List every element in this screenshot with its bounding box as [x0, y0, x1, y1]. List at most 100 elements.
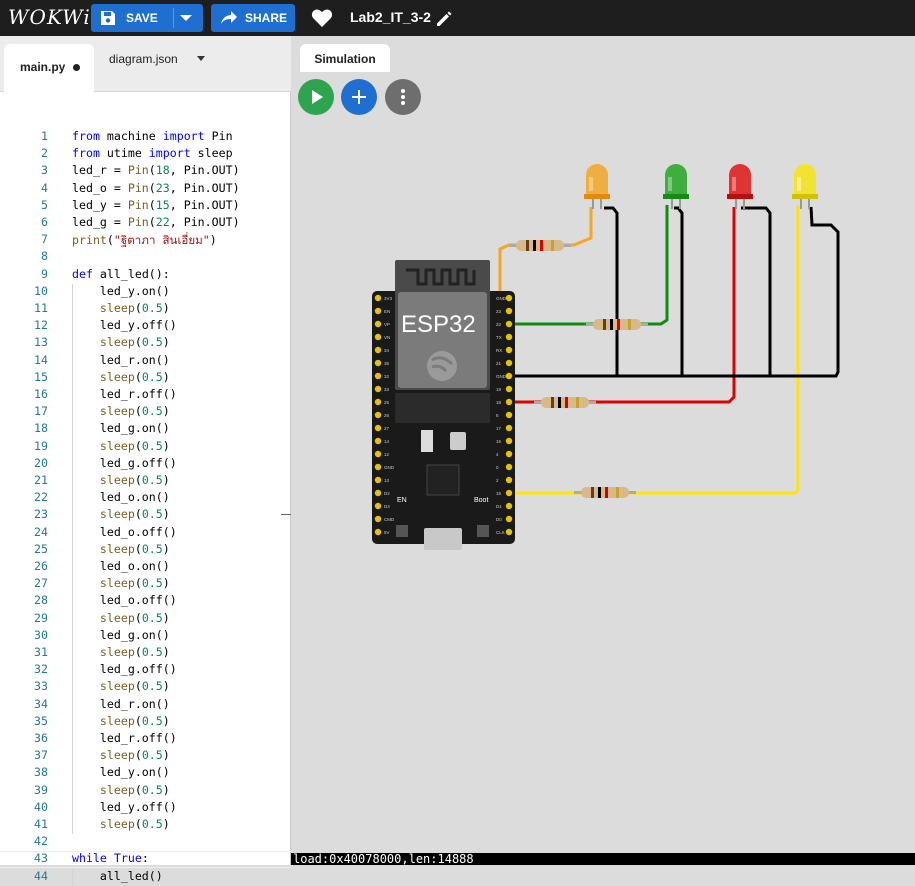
code-line[interactable]: 20 led_g.off(): [0, 456, 291, 473]
code-line[interactable]: 41 sleep(0.5): [0, 817, 291, 834]
pin-vn[interactable]: [374, 333, 382, 341]
save-dropdown-icon[interactable]: [180, 15, 192, 21]
pin-vp[interactable]: [374, 320, 382, 328]
code-line[interactable]: 15 sleep(0.5): [0, 370, 291, 387]
pin-5[interactable]: [505, 411, 513, 419]
pin-3v3[interactable]: [374, 294, 382, 302]
pin-rx[interactable]: [505, 346, 513, 354]
pin-tx[interactable]: [505, 333, 513, 341]
pin-27[interactable]: [374, 424, 382, 432]
code-line[interactable]: 3 led_r = Pin(18, Pin.OUT): [0, 163, 291, 180]
pin-33[interactable]: [374, 385, 382, 393]
code-line[interactable]: 36 led_r.off(): [0, 731, 291, 748]
pin-12[interactable]: [374, 450, 382, 458]
pin-32[interactable]: [374, 372, 382, 380]
code-line[interactable]: 35 sleep(0.5): [0, 714, 291, 731]
code-line[interactable]: 13 sleep(0.5): [0, 335, 291, 352]
code-line[interactable]: 11 sleep(0.5): [0, 301, 291, 318]
code-line[interactable]: 17 sleep(0.5): [0, 404, 291, 421]
resistor-red[interactable]: [534, 397, 596, 408]
code-line[interactable]: 44 all_led(): [0, 869, 291, 886]
tab-diagram-json[interactable]: diagram.json: [109, 52, 178, 66]
pin-21[interactable]: [505, 359, 513, 367]
en-button[interactable]: [396, 525, 408, 537]
pin-18[interactable]: [505, 398, 513, 406]
pin-23[interactable]: [505, 307, 513, 315]
code-line[interactable]: 6 led_g = Pin(22, Pin.OUT): [0, 215, 291, 232]
code-line[interactable]: 12 led_y.off(): [0, 318, 291, 335]
pin-13[interactable]: [374, 476, 382, 484]
code-line[interactable]: 31 sleep(0.5): [0, 645, 291, 662]
code-line[interactable]: 23 sleep(0.5): [0, 507, 291, 524]
tab-simulation[interactable]: Simulation: [300, 44, 390, 72]
code-line[interactable]: 10 led_y.on(): [0, 284, 291, 301]
code-line[interactable]: 33 sleep(0.5): [0, 679, 291, 696]
pin-gnd[interactable]: [505, 294, 513, 302]
code-line[interactable]: 19 sleep(0.5): [0, 439, 291, 456]
code-line[interactable]: 34 led_r.on(): [0, 697, 291, 714]
code-area[interactable]: 1 from machine import Pin 2 from utime impo…: [0, 93, 291, 886]
code-line[interactable]: 14 led_r.on(): [0, 353, 291, 370]
code-line[interactable]: 25 sleep(0.5): [0, 542, 291, 559]
pin-d1[interactable]: [505, 502, 513, 510]
code-line[interactable]: 40 led_y.off(): [0, 800, 291, 817]
pencil-edit-icon[interactable]: [435, 10, 453, 28]
pin-26[interactable]: [374, 411, 382, 419]
code-line[interactable]: 2 from utime import sleep: [0, 146, 291, 163]
led-red[interactable]: [727, 164, 753, 209]
pin-17[interactable]: [505, 424, 513, 432]
resistor-green[interactable]: [586, 319, 648, 330]
code-line[interactable]: 39 sleep(0.5): [0, 783, 291, 800]
code-line[interactable]: 29 sleep(0.5): [0, 611, 291, 628]
code-line[interactable]: 9 def all_led():: [0, 267, 291, 284]
pin-14[interactable]: [374, 437, 382, 445]
pin-34[interactable]: [374, 346, 382, 354]
code-line[interactable]: 22 led_o.on(): [0, 490, 291, 507]
pin-15[interactable]: [505, 489, 513, 497]
code-line[interactable]: 7 print("ฐิตาภา สินเอี่ยม"): [0, 232, 291, 249]
panel-splitter-handle[interactable]: [281, 514, 291, 515]
pin-gnd[interactable]: [374, 463, 382, 471]
share-button[interactable]: SHARE: [211, 4, 295, 32]
pin-4[interactable]: [505, 450, 513, 458]
save-button[interactable]: SAVE: [91, 4, 203, 32]
pin-gnd[interactable]: [505, 372, 513, 380]
code-line[interactable]: 37 sleep(0.5): [0, 748, 291, 765]
pin-22[interactable]: [505, 320, 513, 328]
boot-button[interactable]: [477, 525, 489, 537]
code-line[interactable]: 26 led_o.on(): [0, 559, 291, 576]
pin-en[interactable]: [374, 307, 382, 315]
code-line[interactable]: 16 led_r.off(): [0, 387, 291, 404]
code-line[interactable]: 21 sleep(0.5): [0, 473, 291, 490]
pin-d0[interactable]: [505, 515, 513, 523]
circuit-canvas[interactable]: ESP32 EN Boot 3V3 EN VP VN 34 35 32 33 25 26 27 14 1…: [291, 70, 915, 853]
code-line[interactable]: 1 from machine import Pin: [0, 129, 291, 146]
pin-clk[interactable]: [505, 528, 513, 536]
code-line[interactable]: 38 led_y.on(): [0, 765, 291, 782]
led-yellow[interactable]: [792, 164, 818, 209]
pin-d2[interactable]: [374, 489, 382, 497]
led-green[interactable]: [663, 164, 689, 209]
tabs-menu-chevron-down-icon[interactable]: [197, 56, 205, 61]
code-line[interactable]: 5 led_y = Pin(15, Pin.OUT): [0, 198, 291, 215]
code-line[interactable]: 30 led_g.on(): [0, 628, 291, 645]
esp32-board[interactable]: ESP32 EN Boot 3V3 EN VP VN 34 35 32 33 25 26 27 14 1…: [372, 260, 515, 550]
pin-35[interactable]: [374, 359, 382, 367]
heart-icon[interactable]: [311, 8, 333, 28]
code-line[interactable]: 32 led_g.off(): [0, 662, 291, 679]
led-orange[interactable]: [584, 164, 610, 209]
code-line[interactable]: 42: [0, 834, 291, 851]
wokwi-logo[interactable]: WOKWi: [8, 5, 91, 29]
code-line[interactable]: 24 led_o.off(): [0, 525, 291, 542]
pin-d3[interactable]: [374, 502, 382, 510]
pin-25[interactable]: [374, 398, 382, 406]
pin-2[interactable]: [505, 476, 513, 484]
resistor-orange[interactable]: [509, 240, 571, 251]
resistor-yellow[interactable]: [574, 487, 636, 498]
code-line[interactable]: 4 led_o = Pin(23, Pin.OUT): [0, 181, 291, 198]
code-line[interactable]: 28 led_o.off(): [0, 593, 291, 610]
pin-19[interactable]: [505, 385, 513, 393]
pin-16[interactable]: [505, 437, 513, 445]
code-line[interactable]: 18 led_g.on(): [0, 421, 291, 438]
tab-main-py[interactable]: main.py: [4, 44, 94, 92]
